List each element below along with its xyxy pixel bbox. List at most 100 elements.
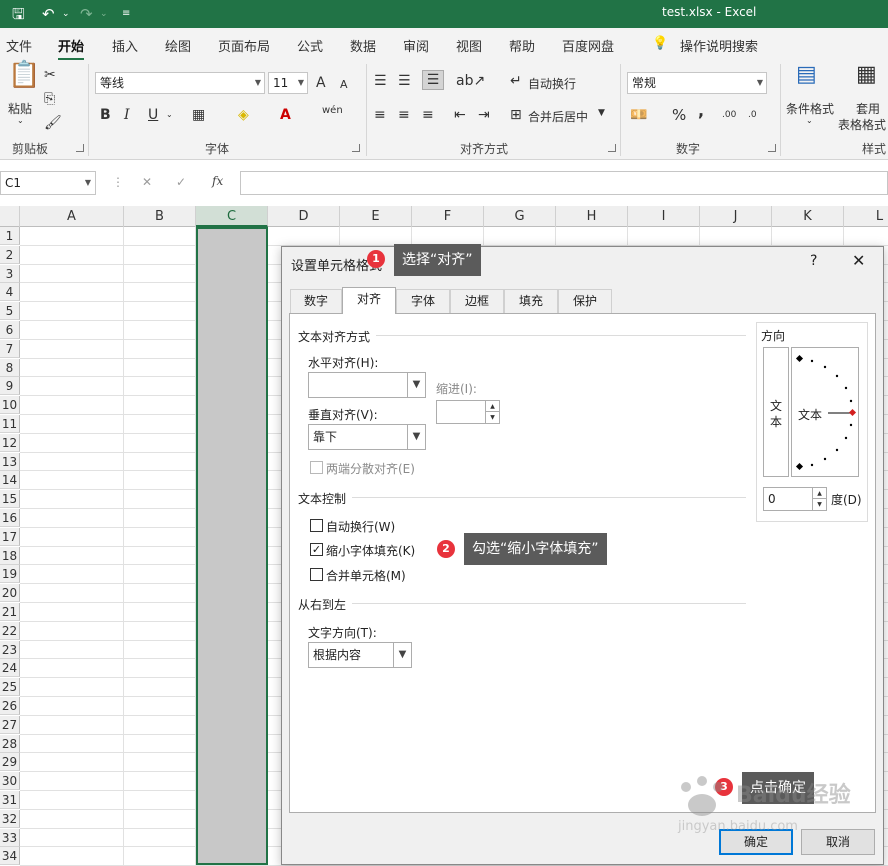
increase-indent-icon[interactable]: ⇥ — [478, 106, 490, 124]
paste-label[interactable]: 粘贴 — [8, 100, 32, 117]
text-direction-select[interactable]: 根据内容 ▼ — [308, 642, 412, 668]
column-header[interactable]: L — [844, 206, 888, 227]
column-header[interactable]: I — [628, 206, 700, 227]
format-painter-icon[interactable]: 🖌 — [44, 114, 62, 132]
tab-review[interactable]: 审阅 — [403, 36, 429, 55]
column-header[interactable]: C — [196, 206, 268, 227]
wrap-text-button[interactable]: 自动换行 — [528, 75, 576, 92]
insert-function-icon[interactable]: fx — [212, 174, 223, 188]
shrink-to-fit-checkbox[interactable]: ✓ — [310, 543, 323, 556]
italic-button[interactable]: I — [124, 106, 130, 124]
undo-dropdown-icon[interactable]: ⌄ — [62, 4, 70, 24]
vertical-align-select[interactable]: 靠下 ▼ — [308, 424, 426, 450]
row-header[interactable]: 29 — [0, 753, 20, 772]
vertical-text-box[interactable]: 文本 — [763, 347, 789, 477]
spin-up-icon[interactable]: ▲ — [812, 488, 826, 499]
row-header[interactable]: 31 — [0, 791, 20, 809]
row-header[interactable]: 15 — [0, 490, 20, 509]
save-icon[interactable]: 🖫 — [12, 4, 25, 24]
wrap-text-checkbox[interactable] — [310, 519, 323, 532]
chevron-down-icon[interactable]: ▼ — [298, 73, 304, 93]
font-color-icon[interactable]: A — [280, 106, 291, 124]
horizontal-align-select[interactable]: ▼ — [308, 372, 426, 398]
row-header[interactable]: 11 — [0, 415, 20, 433]
row-header[interactable]: 5 — [0, 302, 20, 321]
font-size-box[interactable]: 11 ▼ — [268, 72, 308, 94]
tab-home[interactable]: 开始 — [58, 36, 85, 61]
underline-button[interactable]: U — [148, 106, 158, 124]
font-launcher-icon[interactable] — [352, 144, 360, 152]
conditional-format-button[interactable]: 条件格式 — [786, 100, 834, 117]
row-header[interactable]: 34 — [0, 847, 20, 866]
row-header[interactable]: 9 — [0, 377, 20, 396]
shrink-font-icon[interactable]: A — [340, 76, 348, 94]
align-middle-icon[interactable]: ☰ — [398, 72, 411, 90]
row-header[interactable]: 30 — [0, 772, 20, 791]
row-header[interactable]: 3 — [0, 264, 20, 283]
column-header[interactable]: A — [20, 206, 124, 227]
row-header[interactable]: 24 — [0, 659, 20, 678]
tab-border[interactable]: 边框 — [450, 289, 504, 313]
align-left-icon[interactable]: ≡ — [374, 106, 386, 124]
column-header[interactable]: G — [484, 206, 556, 227]
cut-icon[interactable]: ✂ — [44, 66, 56, 84]
chevron-down-icon[interactable]: ▼ — [757, 73, 763, 93]
row-header[interactable]: 27 — [0, 715, 20, 734]
comma-button[interactable]: , — [698, 102, 704, 120]
row-header[interactable]: 20 — [0, 584, 20, 603]
decrease-decimal-icon[interactable]: .0 — [748, 106, 757, 124]
column-header[interactable]: H — [556, 206, 628, 227]
number-launcher-icon[interactable] — [768, 144, 776, 152]
tab-alignment[interactable]: 对齐 — [342, 287, 396, 314]
tab-fill[interactable]: 填充 — [504, 289, 558, 313]
row-header[interactable]: 23 — [0, 640, 20, 659]
copy-icon[interactable]: ⎘ — [44, 90, 55, 108]
merge-center-icon[interactable]: ⊞ — [510, 106, 522, 124]
row-header[interactable]: 22 — [0, 621, 20, 640]
wrap-text-label[interactable]: 自动换行(W) — [326, 518, 395, 535]
row-header[interactable]: 17 — [0, 527, 20, 546]
tab-insert[interactable]: 插入 — [112, 36, 138, 55]
row-header[interactable]: 33 — [0, 828, 20, 847]
chevron-down-icon[interactable]: ▼ — [85, 172, 91, 194]
tab-number[interactable]: 数字 — [290, 289, 342, 313]
align-right-icon[interactable]: ≡ — [422, 106, 434, 124]
spin-down-icon[interactable]: ▼ — [485, 412, 499, 423]
column-header[interactable]: E — [340, 206, 412, 227]
orientation-icon[interactable]: ab↗ — [456, 72, 485, 90]
spin-down-icon[interactable]: ▼ — [812, 499, 826, 510]
clipboard-launcher-icon[interactable] — [76, 144, 84, 152]
tab-file[interactable]: 文件 — [6, 36, 32, 55]
number-format-box[interactable]: 常规 ▼ — [627, 72, 767, 94]
row-header[interactable]: 4 — [0, 283, 20, 302]
tab-protection[interactable]: 保护 — [558, 289, 612, 313]
borders-icon[interactable]: ▦ — [192, 106, 205, 124]
selected-column-range[interactable] — [196, 227, 268, 865]
redo-icon[interactable]: ↷ — [80, 4, 93, 24]
justify-distributed-checkbox[interactable] — [310, 461, 323, 474]
tab-font[interactable]: 字体 — [396, 289, 450, 313]
merge-center-button[interactable]: 合并后居中 — [528, 108, 588, 125]
paste-dropdown-icon[interactable]: ⌄ — [17, 116, 24, 125]
cancel-button[interactable]: 取消 — [801, 829, 875, 855]
paste-icon[interactable]: 📋 — [8, 62, 40, 88]
tab-formulas[interactable]: 公式 — [297, 36, 323, 55]
tab-view[interactable]: 视图 — [456, 36, 482, 55]
redo-dropdown-icon[interactable]: ⌄ — [100, 4, 108, 24]
chevron-down-icon[interactable]: ▼ — [598, 108, 605, 118]
chevron-down-icon[interactable]: ⌄ — [166, 106, 173, 124]
align-bottom-icon[interactable]: ☰ — [422, 70, 444, 90]
tell-me-search[interactable]: 操作说明搜索 — [680, 36, 758, 55]
tab-baidu-netdisk[interactable]: 百度网盘 — [562, 36, 614, 55]
column-header[interactable]: B — [124, 206, 196, 227]
table-format-icon[interactable]: ▦ — [856, 64, 877, 86]
row-header[interactable]: 10 — [0, 396, 20, 415]
align-top-icon[interactable]: ☰ — [374, 72, 387, 90]
enter-icon[interactable]: ✓ — [176, 175, 186, 189]
tab-draw[interactable]: 绘图 — [165, 36, 191, 55]
percent-button[interactable]: % — [672, 106, 686, 124]
degrees-spinner[interactable]: 0 ▲ ▼ — [763, 487, 827, 511]
merge-cells-checkbox[interactable] — [310, 568, 323, 581]
close-button[interactable]: ✕ — [852, 251, 865, 270]
row-header[interactable]: 7 — [0, 339, 20, 358]
